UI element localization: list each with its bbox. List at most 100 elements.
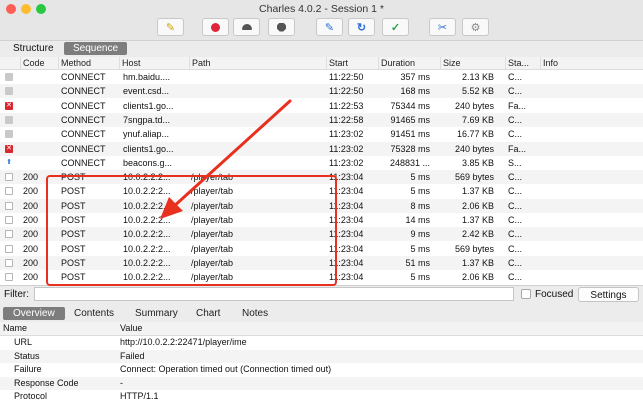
table-row[interactable]: 200 POST 10.0.2.2:2... /player/tab 11:23:04 5… (0, 270, 643, 285)
overview-row[interactable]: Status Failed (0, 349, 643, 363)
table-row[interactable]: ✕ CONNECT clients1.go... 11:22:53 75344 ms 24… (0, 98, 643, 113)
document-icon (5, 187, 13, 196)
tab-structure[interactable]: Structure (4, 42, 63, 55)
table-header: Code Method Host Path Start Duration Siz… (0, 57, 643, 70)
cell-duration: 51 ms (405, 257, 430, 268)
cell-duration: 91465 ms (390, 114, 430, 125)
cell-start: 11:22:50 (329, 72, 364, 82)
cell-size: 2.42 KB (461, 229, 494, 240)
error-icon: ✕ (5, 144, 13, 153)
close-window-button[interactable] (6, 4, 16, 14)
cell-host: hm.baidu.... (123, 72, 171, 82)
cell-size: 1.37 KB (461, 215, 494, 225)
validate-button[interactable]: ✓ (382, 18, 409, 36)
cell-duration: 5 ms (410, 172, 430, 183)
cell-status: Fa... (508, 100, 527, 111)
table-row[interactable]: 200 POST 10.0.2.2:2... /player/tab 11:23:04 5… (0, 184, 643, 199)
cell-status: C... (508, 129, 523, 140)
cell-start: 11:23:04 (329, 215, 364, 225)
column-header-host[interactable]: Host (119, 57, 189, 69)
table-row[interactable]: 200 POST 10.0.2.2:2... /player/tab 11:23:04 5… (0, 255, 643, 270)
overview-value: Failed (120, 350, 145, 361)
breakpoints-button[interactable] (268, 18, 295, 36)
minimize-window-button[interactable] (21, 4, 31, 14)
settings-filter-button[interactable]: Settings (578, 287, 639, 302)
cell-status: Fa... (508, 143, 527, 154)
column-header-code[interactable]: Code (20, 57, 59, 69)
cell-code: 200 (23, 200, 39, 211)
column-header-method[interactable]: Method (58, 57, 119, 69)
refresh-icon: ↻ (356, 21, 367, 34)
document-icon (5, 201, 13, 210)
cell-size: 569 bytes (454, 243, 494, 254)
cell-duration: 75344 ms (390, 100, 430, 111)
overview-row[interactable]: URL http://10.0.2.2:22471/player/ime (0, 336, 643, 349)
column-header-info[interactable]: Info (540, 57, 643, 69)
turtle-icon (241, 24, 252, 30)
tab-sequence[interactable]: Sequence (64, 42, 128, 55)
cell-status: C... (508, 229, 523, 240)
cell-method: POST (61, 243, 86, 254)
overview-row[interactable]: Protocol HTTP/1.1 (0, 390, 643, 403)
document-icon (5, 173, 13, 182)
table-row[interactable]: ⬆ CONNECT beacons.g... 11:23:02 248831 ... 3.… (0, 155, 643, 170)
tab-overview[interactable]: Overview (3, 307, 65, 320)
tab-chart[interactable]: Chart (186, 307, 230, 320)
zoom-window-button[interactable] (36, 4, 46, 14)
overview-row[interactable]: Response Code - (0, 376, 643, 390)
cell-start: 11:22:53 (329, 100, 364, 111)
tools-button[interactable]: ✂ (429, 18, 456, 36)
compose-button[interactable]: ✎ (316, 18, 343, 36)
column-header-path[interactable]: Path (189, 57, 326, 69)
broom-clear-button[interactable]: ✎ (157, 18, 184, 36)
settings-button[interactable]: ⚙ (462, 18, 489, 36)
table-row[interactable]: 200 POST 10.0.2.2:2... /player/tab 11:23:04 9… (0, 227, 643, 242)
throttle-button[interactable] (233, 18, 260, 36)
table-row[interactable]: CONNECT hm.baidu.... 11:22:50 357 ms 2.13 KB… (0, 70, 643, 84)
focused-checkbox[interactable] (521, 289, 531, 299)
table-row[interactable]: 200 POST 10.0.2.2:2... /player/tab 11:23:04 5… (0, 170, 643, 185)
table-row[interactable]: ✕ CONNECT clients1.go... 11:23:02 75328 ms 24… (0, 141, 643, 156)
cell-method: POST (61, 186, 86, 197)
cell-start: 11:23:04 (329, 229, 364, 240)
tab-summary[interactable]: Summary (125, 307, 188, 320)
table-row[interactable]: CONNECT event.csd... 11:22:50 168 ms 5.52 KB… (0, 84, 643, 99)
cell-size: 3.85 KB (461, 157, 494, 168)
column-header-start[interactable]: Start (326, 57, 379, 69)
filter-input[interactable] (34, 287, 514, 301)
cell-code: 200 (23, 243, 39, 254)
cell-size: 7.69 KB (461, 114, 494, 125)
cell-start: 11:23:02 (329, 143, 364, 154)
cell-host: 10.0.2.2:2... (123, 186, 171, 197)
cell-method: POST (61, 172, 86, 183)
cell-method: POST (61, 272, 86, 283)
overview-row[interactable]: Failure Connect: Operation timed out (Con… (0, 363, 643, 376)
table-row[interactable]: 200 POST 10.0.2.2:2... /player/tab 11:23:04 8… (0, 198, 643, 213)
view-tabs: Structure Sequence (0, 41, 643, 57)
overview-rows: URL http://10.0.2.2:22471/player/ime Statu… (0, 336, 643, 403)
column-header-size[interactable]: Size (440, 57, 505, 69)
cell-host: ynuf.aliap... (123, 129, 170, 140)
name-column-header: Name (3, 323, 28, 333)
tab-contents[interactable]: Contents (64, 307, 124, 320)
column-header-status[interactable]: Sta... (505, 57, 540, 69)
cell-size: 1.37 KB (461, 257, 494, 268)
repeat-button[interactable]: ↻ (348, 18, 375, 36)
cell-duration: 9 ms (410, 229, 430, 240)
cell-method: CONNECT (61, 143, 106, 154)
cell-status: C... (508, 243, 523, 254)
cell-host: clients1.go... (123, 143, 174, 154)
cell-host: 10.0.2.2:2... (123, 272, 171, 283)
table-row[interactable]: 200 POST 10.0.2.2:2... /player/tab 11:23:04 5… (0, 241, 643, 256)
lock-icon (5, 115, 13, 124)
cell-start: 11:22:50 (329, 86, 364, 97)
table-row[interactable]: CONNECT 7sngpa.td... 11:22:58 91465 ms 7.69 … (0, 112, 643, 127)
table-row[interactable]: CONNECT ynuf.aliap... 11:23:02 91451 ms 16.7… (0, 127, 643, 142)
record-button[interactable] (202, 18, 229, 36)
record-icon (211, 22, 220, 32)
table-row[interactable]: 200 POST 10.0.2.2:2... /player/tab 11:23:04 1… (0, 213, 643, 227)
cell-code: 200 (23, 215, 39, 225)
tab-notes[interactable]: Notes (232, 307, 278, 320)
column-header-duration[interactable]: Duration (378, 57, 441, 69)
cell-path: /player/tab (191, 257, 234, 268)
